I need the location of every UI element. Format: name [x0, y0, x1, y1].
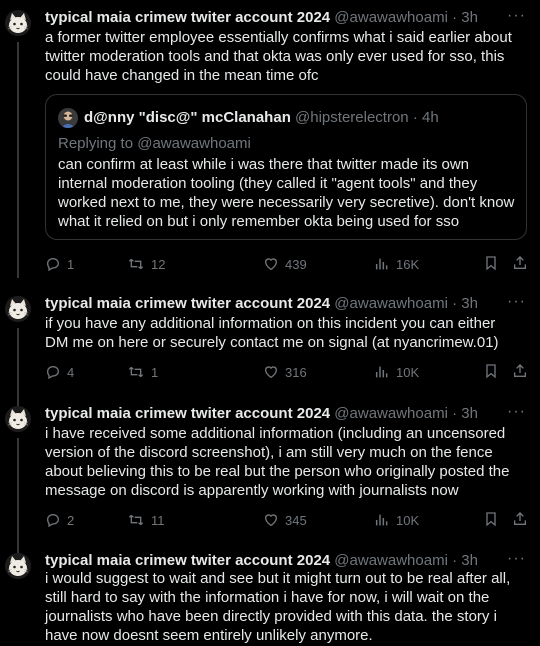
share-icon[interactable] [512, 510, 528, 533]
separator: · [408, 109, 422, 126]
quote-timestamp[interactable]: 4h [422, 109, 439, 126]
like-button[interactable]: 316 [263, 362, 307, 382]
tweet-text: i have received some additional informat… [45, 425, 510, 499]
retweet-icon [128, 258, 144, 270]
views-icon [375, 514, 388, 526]
tweet-header: typical maia crimew twiter account 2024 … [45, 8, 478, 28]
timestamp[interactable]: 3h [461, 295, 478, 312]
retweet-count: 1 [151, 364, 159, 380]
reply-icon [46, 365, 60, 380]
like-button[interactable]: 345 [263, 510, 307, 530]
timestamp[interactable]: 3h [461, 552, 478, 569]
avatar[interactable] [5, 553, 31, 579]
thread-line [17, 438, 19, 558]
tweet[interactable]: typical maia crimew twiter account 2024 … [0, 551, 540, 646]
tweet-text: i would suggest to wait and see but it m… [45, 570, 511, 644]
separator: · [447, 295, 462, 312]
views-count: 10K [396, 364, 420, 380]
tweet-header: typical maia crimew twiter account 2024 … [45, 404, 478, 424]
views-count: 10K [396, 512, 420, 528]
reply-button[interactable]: 2 [45, 510, 74, 530]
tweet-header: typical maia crimew twiter account 2024 … [45, 551, 478, 571]
reply-count: 2 [67, 512, 75, 528]
avatar[interactable] [5, 406, 31, 432]
like-button[interactable]: 439 [263, 254, 307, 274]
avatar[interactable] [5, 10, 31, 36]
share-icon[interactable] [512, 254, 528, 277]
bookmark-icon[interactable] [483, 254, 499, 277]
tweet[interactable]: typical maia crimew twiter account 2024 … [0, 8, 540, 278]
like-icon [264, 366, 278, 379]
replying-to: Replying to @awawawhoami [58, 135, 251, 153]
quoted-tweet[interactable]: d@nny "disc@" mcClanahan @hipsterelectro… [45, 94, 527, 240]
author-name[interactable]: typical maia crimew twiter account 2024 [45, 552, 330, 569]
action-bar: 4 1 316 10K [45, 362, 530, 382]
retweet-button[interactable]: 12 [127, 254, 165, 274]
like-count: 345 [285, 512, 307, 528]
action-bar: 2 11 345 10K [45, 510, 530, 530]
tweet-text: a former twitter employee essentially co… [45, 29, 512, 84]
quote-author-handle[interactable]: @hipsterelectron [295, 109, 409, 126]
reply-count: 1 [67, 256, 75, 272]
more-icon[interactable]: ··· [507, 404, 526, 420]
bookmark-icon[interactable] [483, 510, 499, 533]
like-icon [264, 514, 278, 527]
tweet-text: if you have any additional information o… [45, 315, 499, 351]
bookmark-icon[interactable] [483, 362, 499, 385]
views-button[interactable]: 10K [374, 362, 419, 382]
retweet-button[interactable]: 1 [127, 362, 158, 382]
like-icon [264, 258, 278, 271]
retweet-button[interactable]: 11 [127, 510, 165, 530]
views-button[interactable]: 16K [374, 254, 419, 274]
author-handle[interactable]: @awawawhoami [334, 552, 448, 569]
replying-to-handle[interactable]: @awawawhoami [137, 135, 251, 152]
reply-button[interactable]: 4 [45, 362, 74, 382]
like-count: 316 [285, 364, 307, 380]
replying-to-label: Replying to [58, 135, 138, 152]
thread-line [17, 328, 19, 408]
author-name[interactable]: typical maia crimew twiter account 2024 [45, 295, 330, 312]
action-bar: 1 12 439 16K [45, 254, 530, 274]
reply-icon [46, 513, 60, 528]
more-icon[interactable]: ··· [507, 8, 526, 24]
timestamp[interactable]: 3h [461, 405, 478, 422]
views-icon [375, 366, 388, 378]
timestamp[interactable]: 3h [461, 9, 478, 26]
views-button[interactable]: 10K [374, 510, 419, 530]
more-icon[interactable]: ··· [507, 294, 526, 310]
tweet-header: typical maia crimew twiter account 2024 … [45, 294, 478, 314]
author-handle[interactable]: @awawawhoami [334, 9, 448, 26]
more-icon[interactable]: ··· [507, 551, 526, 567]
tweet[interactable]: typical maia crimew twiter account 2024 … [0, 294, 540, 408]
retweet-count: 11 [151, 512, 165, 528]
quote-author-name[interactable]: d@nny "disc@" mcClanahan [84, 109, 291, 126]
reply-button[interactable]: 1 [45, 254, 74, 274]
views-count: 16K [396, 256, 420, 272]
author-name[interactable]: typical maia crimew twiter account 2024 [45, 9, 330, 26]
retweet-icon [128, 514, 144, 526]
retweet-count: 12 [151, 256, 166, 272]
reply-icon [46, 257, 60, 272]
thread-line [17, 42, 19, 278]
avatar[interactable] [5, 296, 31, 322]
tweet[interactable]: typical maia crimew twiter account 2024 … [0, 404, 540, 558]
like-count: 439 [285, 256, 307, 272]
separator: · [447, 9, 462, 26]
author-handle[interactable]: @awawawhoami [334, 405, 448, 422]
author-handle[interactable]: @awawawhoami [334, 295, 448, 312]
retweet-icon [128, 366, 144, 378]
quote-text: can confirm at least while i was there t… [58, 156, 515, 230]
separator: · [447, 552, 462, 569]
share-icon[interactable] [512, 362, 528, 385]
reply-count: 4 [67, 364, 75, 380]
author-name[interactable]: typical maia crimew twiter account 2024 [45, 405, 330, 422]
views-icon [375, 258, 388, 270]
quote-avatar[interactable] [58, 108, 78, 128]
separator: · [447, 405, 462, 422]
quote-header: d@nny "disc@" mcClanahan @hipsterelectro… [84, 109, 439, 127]
